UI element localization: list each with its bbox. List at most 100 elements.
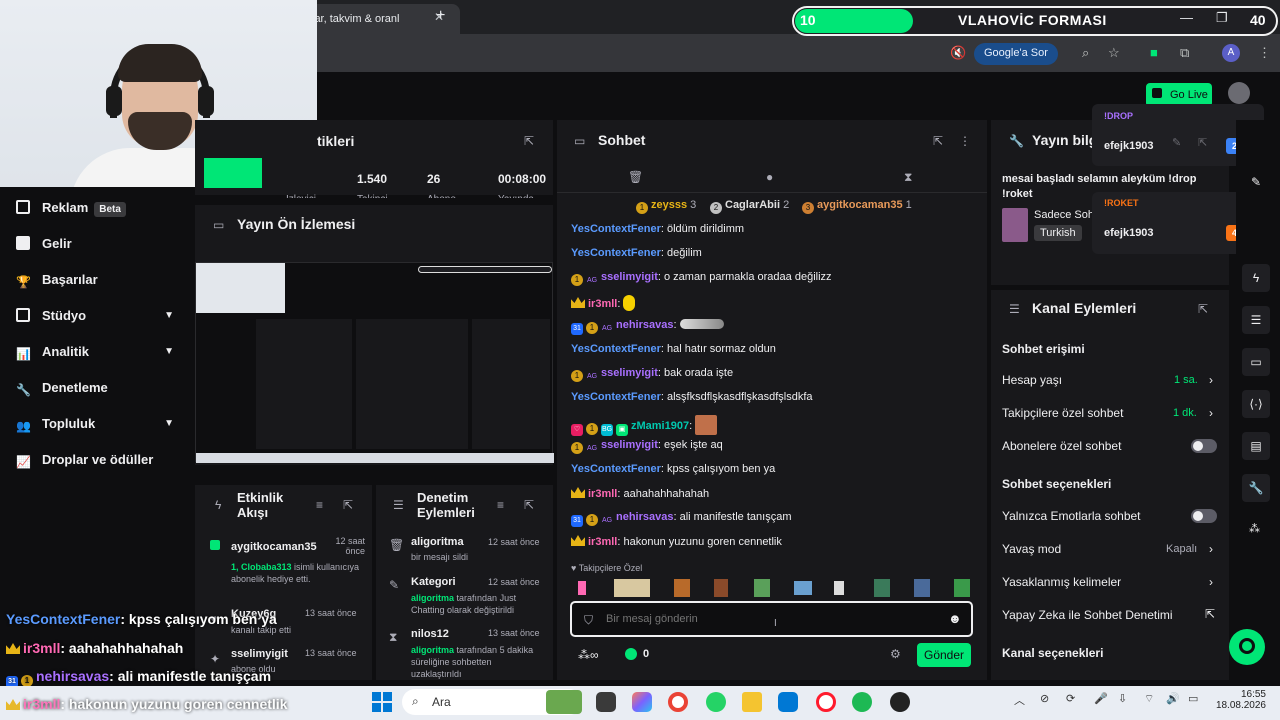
steam-icon[interactable] (890, 692, 910, 712)
chat-message[interactable]: ir3mll: (571, 295, 971, 311)
chat-message[interactable]: 31 1 AG nehirsavas: ali manifestle tanışçam (571, 511, 971, 527)
stream-preview-video[interactable] (195, 262, 554, 463)
chat-username[interactable]: ir3mll (588, 536, 617, 548)
chat-username[interactable]: sselimyigit (601, 271, 658, 283)
chat-username[interactable]: YesContextFener (571, 223, 661, 235)
chat-message[interactable]: ir3mll: aahahahhahahah (571, 487, 971, 500)
setting-row-followers-only[interactable]: Takipçilere özel sohbet 1 dk. › (991, 399, 1229, 427)
chat-input[interactable]: ⛉ ☻ (570, 601, 973, 637)
chat-message[interactable]: YesContextFener: alsşfksdflşkasdflşkasdf… (571, 391, 971, 403)
setting-row-banned-words[interactable]: Yasaklanmış kelimeler › (991, 568, 1229, 596)
tray-overflow-icon[interactable]: ︿ (1014, 692, 1025, 708)
send-button[interactable]: Gönder (917, 643, 971, 667)
chat-message[interactable]: YesContextFener: öldüm dirildimm (571, 223, 971, 235)
minimize-icon[interactable]: — (1180, 10, 1193, 25)
google-ask-chip[interactable]: Google'a Sor (974, 43, 1058, 65)
settings-gear-icon[interactable]: ⚙ (890, 647, 901, 661)
windows-start-icon[interactable] (372, 692, 392, 712)
chat-username[interactable]: ir3mll (588, 488, 617, 500)
popout-icon[interactable]: ⇱ (524, 134, 534, 148)
emote-icon[interactable] (834, 581, 844, 595)
spotify-icon[interactable] (852, 692, 872, 712)
chat-username[interactable]: ir3mll (588, 298, 617, 310)
chat-bubble-icon[interactable]: ▭ (1242, 348, 1270, 376)
chat-username[interactable]: nehirsavas (616, 511, 673, 523)
chat-message[interactable]: YesContextFener: kpss çalışıyom ben ya (571, 463, 971, 475)
edit-icon[interactable]: ✎ (1242, 168, 1270, 196)
extension-kick-icon[interactable]: ■ (1150, 45, 1158, 60)
setting-row-slow-mode[interactable]: Yavaş mod Kapalı › (991, 535, 1229, 563)
task-view-icon[interactable] (596, 692, 616, 712)
chat-more-icon[interactable]: ⋮ (959, 134, 971, 148)
chrome-icon[interactable] (668, 692, 688, 712)
setting-row-emote-only[interactable]: Yalnızca Emotlarla sohbet (991, 502, 1229, 530)
list-icon[interactable]: ☰ (1242, 306, 1270, 334)
profile-avatar[interactable]: A (1222, 44, 1240, 62)
emote-icon[interactable] (794, 581, 812, 595)
dots-icon[interactable]: ⁂ (1249, 522, 1260, 535)
emoji-icon[interactable]: ☻ (948, 611, 962, 626)
popout-icon[interactable]: ⇱ (343, 498, 353, 512)
sidebar-item-droplar[interactable]: 📈 Droplar ve ödüller (16, 452, 186, 488)
sidebar-item-basarilar[interactable]: 🏆 Başarılar (16, 272, 186, 308)
maximize-icon[interactable]: ❐ (1216, 10, 1228, 26)
popout-icon[interactable]: ⇱ (933, 134, 943, 148)
chat-username[interactable]: YesContextFener (571, 463, 661, 475)
emote-icon[interactable] (914, 579, 930, 597)
zoom-icon[interactable]: ⌕ (1082, 45, 1089, 61)
support-headset-button[interactable] (1229, 629, 1265, 665)
copilot-icon[interactable] (632, 692, 652, 712)
chat-message[interactable]: YesContextFener: hal hatır sormaz oldun (571, 343, 971, 355)
sidebar-item-denetleme[interactable]: 🔧 Denetleme (16, 380, 186, 416)
tray-sync-icon[interactable]: ⟳ (1066, 692, 1075, 705)
opera-icon[interactable] (816, 692, 836, 712)
emote-icon[interactable] (874, 579, 890, 597)
wrench-icon[interactable]: 🔧 (1242, 474, 1270, 502)
wifi-icon[interactable]: ⌔ (1144, 692, 1154, 706)
emote-icon[interactable] (674, 579, 690, 597)
chat-message[interactable]: 1 AG sselimyigit: o zaman parmakla oradaa … (571, 271, 971, 287)
subs-only-toggle[interactable] (1191, 439, 1217, 453)
channel-points-icon[interactable]: ⁂∞ (578, 648, 599, 662)
chat-username[interactable]: YesContextFener (571, 391, 661, 403)
broadcast-icon[interactable]: ⟨·⟩ (1242, 390, 1270, 418)
microphone-icon[interactable]: 🎤 (1094, 692, 1108, 705)
chat-input-field[interactable] (606, 611, 926, 627)
store-icon[interactable] (778, 692, 798, 712)
chat-message[interactable]: YesContextFener: değilim (571, 247, 971, 259)
bookmark-star-icon[interactable]: ☆ (1108, 45, 1120, 61)
hourglass-icon[interactable]: ⧗ (904, 170, 912, 185)
emote-icon[interactable] (614, 579, 650, 597)
chat-username[interactable]: sselimyigit (601, 439, 658, 451)
whatsapp-icon[interactable] (706, 692, 726, 712)
emote-only-toggle[interactable] (1191, 509, 1217, 523)
layout-icon[interactable]: ▤ (1242, 432, 1270, 460)
extensions-puzzle-icon[interactable]: ⧉ (1180, 45, 1189, 61)
more-menu-icon[interactable]: ⋮ (1258, 45, 1271, 61)
trash-icon[interactable]: 🗑 (628, 170, 643, 184)
chat-message[interactable]: 1 AG sselimyigit: bak orada işte (571, 367, 971, 383)
chat-mode-icon[interactable]: ● (766, 170, 773, 184)
setting-row-subs-only[interactable]: Abonelere özel sohbet (991, 432, 1229, 460)
chat-username[interactable]: nehirsavas (616, 319, 673, 331)
sidebar-item-studyo[interactable]: Stüdyo ▼ (16, 308, 186, 344)
chat-username[interactable]: YesContextFener (571, 343, 661, 355)
emote-icon[interactable] (954, 579, 970, 597)
chat-message[interactable]: 1 AG sselimyigit: eşek işte aq (571, 439, 971, 455)
sidebar-item-reklam[interactable]: Reklam Beta (16, 200, 186, 236)
tray-download-icon[interactable]: ⇩ (1118, 692, 1127, 705)
emote-icon[interactable] (578, 581, 586, 595)
emote-icon[interactable] (714, 579, 728, 597)
filter-icon[interactable]: ≡ (497, 498, 504, 512)
filter-icon[interactable]: ≡ (316, 498, 323, 512)
user-avatar[interactable] (1228, 82, 1250, 104)
setting-row-ai-moderation[interactable]: Yapay Zeka ile Sohbet Denetimi ⇱ (991, 601, 1229, 629)
setting-row-account-age[interactable]: Hesap yaşı 1 sa. › (991, 366, 1229, 394)
chat-message[interactable]: 31 1 AG nehirsavas: (571, 319, 971, 335)
bolt-icon[interactable]: ϟ (1242, 264, 1270, 292)
sidebar-item-gelir[interactable]: Gelir (16, 236, 186, 272)
file-explorer-icon[interactable] (742, 692, 762, 712)
new-tab-icon[interactable]: + (436, 7, 445, 25)
sidebar-item-analitik[interactable]: 📊 Analitik ▼ (16, 344, 186, 380)
volume-icon[interactable]: 🔊 (1166, 692, 1180, 705)
